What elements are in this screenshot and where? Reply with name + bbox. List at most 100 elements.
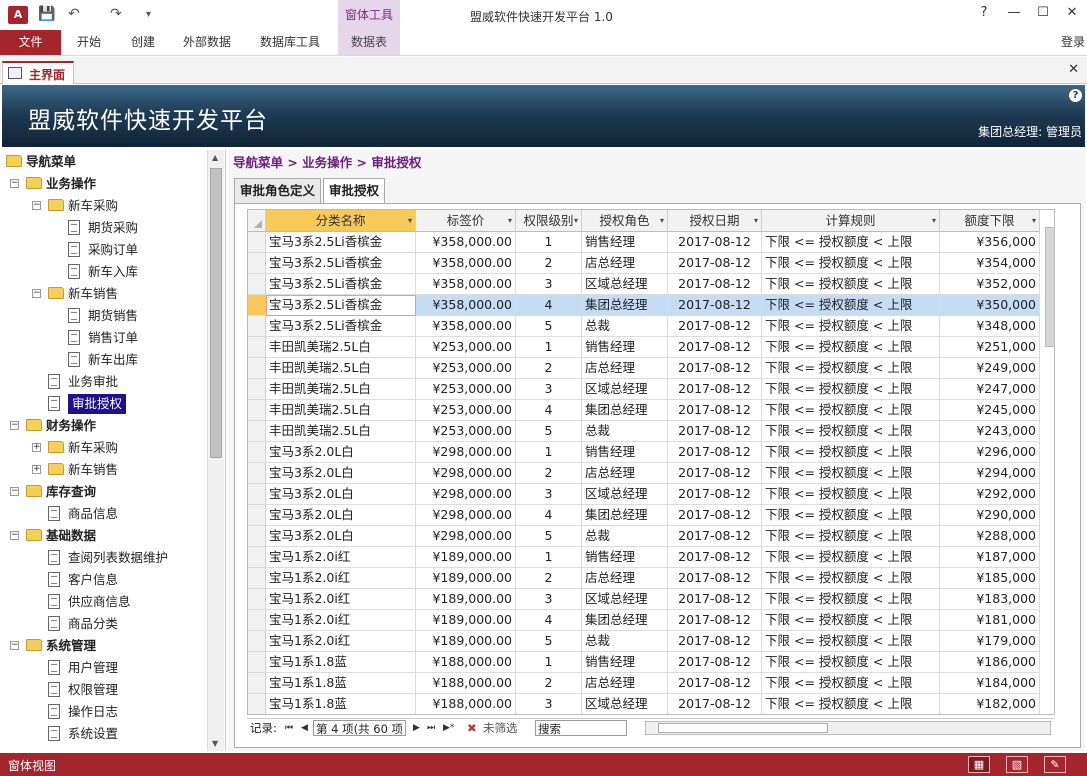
table-cell[interactable]: 总裁	[582, 526, 668, 547]
table-cell[interactable]: 总裁	[582, 316, 668, 337]
table-cell[interactable]: 宝马3系2.0L白	[266, 484, 416, 505]
customize-qat-icon[interactable]: ▾	[146, 9, 151, 20]
table-cell[interactable]: 下限 <= 授权额度 < 上限	[762, 568, 940, 589]
table-row[interactable]: 丰田凯美瑞2.5L白 ¥253,000.00 2 店总经理 2017-08-12 下限 <…	[248, 358, 1054, 379]
table-cell[interactable]: 3	[516, 694, 582, 714]
table-cell[interactable]: ¥298,000.00	[416, 463, 516, 484]
table-cell[interactable]: 集团总经理	[582, 505, 668, 526]
row-selector[interactable]	[248, 610, 266, 631]
table-cell[interactable]: 下限 <= 授权额度 < 上限	[762, 484, 940, 505]
table-cell[interactable]: 2017-08-12	[668, 526, 762, 547]
table-cell[interactable]: 销售经理	[582, 337, 668, 358]
column-header[interactable]: 标签价 ▾	[416, 210, 516, 232]
design-view-icon[interactable]: ✎	[1044, 756, 1066, 773]
expand-icon[interactable]: +	[32, 465, 41, 474]
table-cell[interactable]: 销售经理	[582, 442, 668, 463]
row-selector[interactable]	[248, 652, 266, 673]
table-cell[interactable]: 2	[516, 358, 582, 379]
table-cell[interactable]: ¥253,000.00	[416, 358, 516, 379]
table-cell[interactable]: 2017-08-12	[668, 694, 762, 714]
table-row[interactable]: 丰田凯美瑞2.5L白 ¥253,000.00 3 区域总经理 2017-08-12 下限 …	[248, 379, 1054, 400]
table-cell[interactable]: ¥298,000.00	[416, 526, 516, 547]
row-selector[interactable]	[248, 631, 266, 652]
table-cell[interactable]: 宝马1系2.0i红	[266, 610, 416, 631]
column-dropdown-icon[interactable]: ▾	[754, 210, 758, 231]
grid-vertical-scrollbar[interactable]	[1043, 209, 1057, 715]
close-window-button[interactable]: ✕	[1062, 5, 1082, 20]
table-cell[interactable]: 4	[516, 400, 582, 421]
table-cell[interactable]: 4	[516, 505, 582, 526]
row-selector[interactable]	[248, 442, 266, 463]
row-selector[interactable]	[248, 694, 266, 714]
table-cell[interactable]: 下限 <= 授权额度 < 上限	[762, 400, 940, 421]
collapse-icon[interactable]: −	[32, 201, 41, 210]
table-cell[interactable]: ¥189,000.00	[416, 547, 516, 568]
table-cell[interactable]: 宝马1系2.0i红	[266, 589, 416, 610]
scroll-up-icon[interactable]: ▲	[212, 153, 218, 162]
row-selector[interactable]	[248, 316, 266, 337]
tab-create[interactable]: 创建	[120, 30, 166, 55]
column-header[interactable]: 授权角色 ▾	[582, 210, 668, 232]
table-cell[interactable]: ¥292,000	[940, 484, 1040, 505]
table-row[interactable]: 丰田凯美瑞2.5L白 ¥253,000.00 5 总裁 2017-08-12 下限 <= …	[248, 421, 1054, 442]
collapse-icon[interactable]: −	[10, 531, 19, 540]
collapse-icon[interactable]: −	[10, 641, 19, 650]
row-selector[interactable]	[248, 400, 266, 421]
collapse-icon[interactable]: −	[10, 487, 19, 496]
search-field[interactable]: 搜索	[535, 720, 627, 736]
grid-scroll-thumb[interactable]	[1045, 227, 1055, 347]
table-cell[interactable]: ¥243,000	[940, 421, 1040, 442]
table-cell[interactable]: 店总经理	[582, 568, 668, 589]
table-cell[interactable]: 下限 <= 授权额度 < 上限	[762, 274, 940, 295]
table-cell[interactable]: 下限 <= 授权额度 < 上限	[762, 694, 940, 714]
nav-item[interactable]: 销售订单	[2, 328, 207, 348]
row-selector[interactable]	[248, 505, 266, 526]
table-row[interactable]: 宝马3系2.0L白 ¥298,000.00 3 区域总经理 2017-08-12 下限 <…	[248, 484, 1054, 505]
tab-approval-roles[interactable]: 审批角色定义	[234, 178, 322, 204]
nav-item[interactable]: − 库存查询	[2, 482, 207, 502]
row-selector[interactable]	[248, 337, 266, 358]
table-cell[interactable]: ¥182,000	[940, 694, 1040, 714]
table-cell[interactable]: ¥249,000	[940, 358, 1040, 379]
table-cell[interactable]: ¥358,000.00	[416, 295, 516, 316]
nav-item[interactable]: 新车入库	[2, 262, 207, 282]
table-cell[interactable]: 2	[516, 673, 582, 694]
table-cell[interactable]: 2017-08-12	[668, 274, 762, 295]
table-cell[interactable]: 2017-08-12	[668, 652, 762, 673]
table-cell[interactable]: 宝马3系2.5Li香槟金	[266, 253, 416, 274]
table-cell[interactable]: 2	[516, 568, 582, 589]
table-cell[interactable]: 销售经理	[582, 232, 668, 253]
nav-item[interactable]: 商品分类	[2, 614, 207, 634]
table-row[interactable]: 宝马3系2.0L白 ¥298,000.00 1 销售经理 2017-08-12 下限 <=…	[248, 442, 1054, 463]
row-selector[interactable]	[248, 547, 266, 568]
tab-database-tools[interactable]: 数据库工具	[252, 30, 328, 55]
table-row[interactable]: 丰田凯美瑞2.5L白 ¥253,000.00 1 销售经理 2017-08-12 下限 <…	[248, 337, 1054, 358]
table-cell[interactable]: 区域总经理	[582, 274, 668, 295]
table-cell[interactable]: 2017-08-12	[668, 400, 762, 421]
select-all-corner[interactable]	[248, 210, 266, 232]
table-cell[interactable]: 下限 <= 授权额度 < 上限	[762, 232, 940, 253]
nav-item[interactable]: + 新车销售	[2, 460, 207, 480]
table-cell[interactable]: 下限 <= 授权额度 < 上限	[762, 337, 940, 358]
tab-approval-authorization[interactable]: 审批授权	[323, 178, 386, 205]
table-cell[interactable]: 5	[516, 631, 582, 652]
column-dropdown-icon[interactable]: ▾	[408, 210, 412, 231]
table-cell[interactable]: ¥184,000	[940, 673, 1040, 694]
table-cell[interactable]: 下限 <= 授权额度 < 上限	[762, 379, 940, 400]
table-cell[interactable]: 宝马1系2.0i红	[266, 547, 416, 568]
tab-external-data[interactable]: 外部数据	[174, 30, 240, 55]
collapse-icon[interactable]: −	[10, 421, 19, 430]
table-cell[interactable]: ¥189,000.00	[416, 568, 516, 589]
nav-item[interactable]: 期货采购	[2, 218, 207, 238]
hscroll-thumb[interactable]	[658, 723, 828, 733]
nav-item[interactable]: 供应商信息	[2, 592, 207, 612]
table-cell[interactable]: 2017-08-12	[668, 421, 762, 442]
nav-item[interactable]: + 新车采购	[2, 438, 207, 458]
last-record-icon[interactable]: ⏭	[427, 720, 435, 736]
table-cell[interactable]: ¥253,000.00	[416, 337, 516, 358]
table-cell[interactable]: 2017-08-12	[668, 232, 762, 253]
new-record-icon[interactable]: ▶*	[443, 720, 454, 736]
table-cell[interactable]: ¥186,000	[940, 652, 1040, 673]
redo-icon[interactable]: ↷	[110, 6, 122, 22]
table-cell[interactable]: 3	[516, 589, 582, 610]
